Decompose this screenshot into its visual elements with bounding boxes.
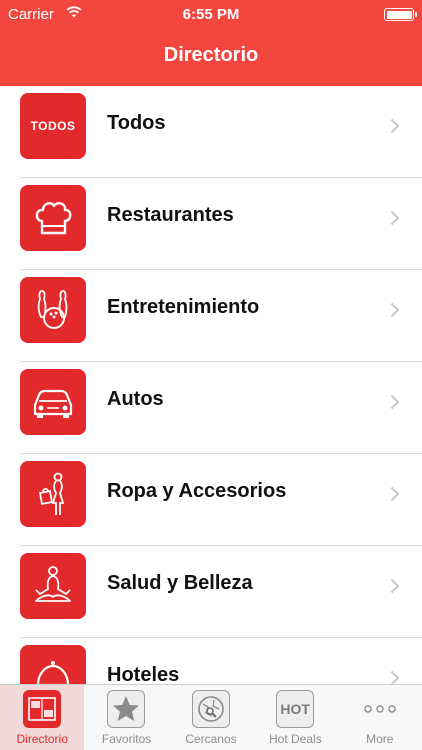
battery-icon [384,8,417,21]
todos-badge-icon: TODOS [20,93,86,159]
tab-more[interactable]: More [338,685,422,750]
list-item-label: Todos [107,112,166,134]
chevron-right-icon [390,210,400,226]
tab-label: Hot Deals [269,732,322,746]
todos-badge-text: TODOS [30,119,76,133]
list-item-salud-belleza[interactable]: Salud y Belleza [0,546,422,638]
chevron-right-icon [390,302,400,318]
list-item-restaurantes[interactable]: Restaurantes [0,178,422,270]
tab-bar: Directorio Favoritos Cercanos HOT Hot De… [0,684,422,750]
hotel-bell-icon [20,645,86,684]
chevron-right-icon [390,118,400,134]
map-icon [191,690,230,728]
status-time: 6:55 PM [182,6,240,23]
directory-icon [23,690,61,728]
page-title: Directorio [163,44,259,66]
list-item-label: Entretenimiento [107,296,260,318]
bowling-icon [20,277,86,343]
list-item-todos[interactable]: TODOS Todos [0,86,422,178]
shopping-woman-icon [20,461,86,527]
nav-header: Carrier 6:55 PM Directorio [0,0,422,86]
chef-hat-icon [20,185,86,251]
chevron-right-icon [390,486,400,502]
tab-label: Favoritos [101,732,152,746]
list-item-label: Autos [107,388,164,410]
hot-icon: HOT [276,690,315,728]
list-item-label: Restaurantes [107,204,234,226]
list-item-label: Salud y Belleza [107,572,253,594]
list-item-autos[interactable]: Autos [0,362,422,454]
more-dots-icon [361,690,399,728]
list-item-entretenimiento[interactable]: Entretenimiento [0,270,422,362]
tab-cercanos[interactable]: Cercanos [169,685,253,750]
directory-list: TODOS Todos Restaurantes Entretenimiento [0,86,422,684]
tab-label: More [366,732,394,746]
list-item-ropa-accesorios[interactable]: Ropa y Accesorios [0,454,422,546]
meditation-icon [20,553,86,619]
tab-label: Cercanos [185,732,237,746]
tab-directorio[interactable]: Directorio [0,685,85,750]
list-item-label: Hoteles [107,664,180,684]
chevron-right-icon [390,394,400,410]
list-item-hoteles[interactable]: Hoteles [0,638,422,684]
tab-favoritos[interactable]: Favoritos [84,685,168,750]
status-bar: Carrier 6:55 PM [0,0,422,30]
star-icon [107,690,146,728]
tab-hot-deals[interactable]: HOT Hot Deals [253,685,337,750]
tab-label: Directorio [16,732,68,746]
chevron-right-icon [390,578,400,594]
chevron-right-icon [390,670,400,684]
list-item-label: Ropa y Accesorios [107,480,287,502]
hot-icon-text: HOT [280,701,310,717]
car-icon [20,369,86,435]
